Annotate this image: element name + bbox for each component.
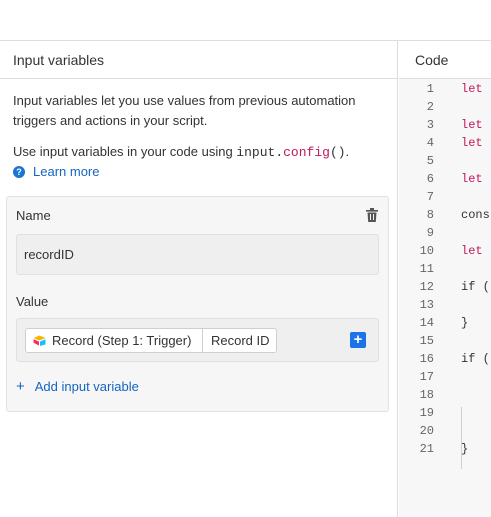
line-number: 10 [419, 244, 434, 258]
code-line: 17 [399, 368, 491, 386]
line-number: 2 [426, 100, 434, 114]
line-number: 12 [419, 280, 434, 294]
field-token-label: Record ID [211, 333, 270, 348]
code-line: 19 [399, 404, 491, 422]
code-line: 1 let [399, 80, 491, 98]
code-text: if ( [461, 280, 490, 294]
record-token[interactable]: Record (Step 1: Trigger) [25, 328, 203, 353]
top-bar [0, 0, 491, 41]
value-label: Value [16, 294, 49, 309]
code-line: 11 [399, 260, 491, 278]
code-line: 7 [399, 188, 491, 206]
code-text: cons [461, 208, 490, 222]
plus-icon: + [16, 377, 25, 395]
plus-square-icon[interactable]: + [350, 332, 366, 348]
code-line: 12 if ( [399, 278, 491, 296]
line-number: 1 [426, 82, 434, 96]
line-number: 19 [419, 406, 434, 420]
line-number: 21 [419, 442, 434, 456]
line-number: 6 [426, 172, 434, 186]
usage-text: Use input variables in your code using i… [13, 142, 349, 163]
code-line: 13 [399, 296, 491, 314]
line-number: 5 [426, 154, 434, 168]
usage-code-method: config [283, 145, 330, 160]
line-number: 18 [419, 388, 434, 402]
line-number: 3 [426, 118, 434, 132]
code-line: 14} [399, 314, 491, 332]
question-circle-icon: ? [13, 165, 25, 178]
field-token[interactable]: Record ID [202, 328, 277, 353]
code-line: 9 [399, 224, 491, 242]
code-line: 8 cons [399, 206, 491, 224]
code-text: let [461, 82, 483, 96]
code-line: 15 [399, 332, 491, 350]
code-text: let [461, 244, 483, 258]
code-line: 6 let [399, 170, 491, 188]
code-editor[interactable]: 1 let 2 3 let 4 let 5 6 let 7 8 cons 9 10 let 11 12 if ( 13… [399, 79, 491, 517]
code-text: let [461, 136, 483, 150]
record-token-label: Record (Step 1: Trigger) [52, 333, 192, 348]
learn-more-link[interactable]: ? Learn more [13, 164, 99, 179]
line-number: 20 [419, 424, 434, 438]
code-line: 18 [399, 386, 491, 404]
code-text: } [461, 442, 469, 456]
airtable-logo-icon [33, 335, 46, 346]
usage-code-dot: . [275, 145, 284, 160]
line-number: 15 [419, 334, 434, 348]
panel-title: Input variables [13, 51, 105, 68]
add-input-variable-button[interactable]: + Add input variable [16, 377, 139, 395]
code-panel-title: Code [415, 51, 449, 68]
line-number: 13 [419, 298, 434, 312]
line-number: 11 [419, 262, 434, 276]
code-line: 3 let [399, 116, 491, 134]
code-text: if ( [461, 352, 490, 366]
code-text: let [461, 172, 483, 186]
line-number: 7 [426, 190, 434, 204]
trash-icon[interactable] [366, 208, 378, 222]
line-number: 16 [419, 352, 434, 366]
code-line: 10 let [399, 242, 491, 260]
usage-suffix: . [345, 144, 350, 159]
code-text: let [461, 118, 483, 132]
line-number: 14 [419, 316, 434, 330]
code-line: 5 [399, 152, 491, 170]
usage-code-object: input [236, 145, 276, 160]
code-line: 21} [399, 440, 491, 458]
variable-name-input[interactable] [16, 234, 379, 275]
code-line: 4 let [399, 134, 491, 152]
line-number: 9 [426, 226, 434, 240]
code-line: 20 [399, 422, 491, 440]
line-number: 8 [426, 208, 434, 222]
learn-more-label: Learn more [33, 164, 100, 179]
name-label: Name [16, 208, 51, 223]
usage-code-parens: () [329, 145, 346, 160]
variable-value-field[interactable]: Record (Step 1: Trigger) Record ID + [16, 318, 379, 362]
usage-prefix: Use input variables in your code using [13, 144, 237, 159]
code-text: } [461, 316, 469, 330]
code-line: 2 [399, 98, 491, 116]
code-panel-header: Code [399, 41, 491, 79]
panel-header: Input variables [0, 41, 397, 79]
line-number: 4 [426, 136, 434, 150]
code-line: 16 if ( [399, 350, 491, 368]
description-text: Input variables let you use values from … [13, 93, 356, 128]
add-variable-label: Add input variable [34, 379, 139, 394]
input-variables-panel: Input variables Input variables let you … [0, 41, 398, 517]
line-number: 17 [419, 370, 434, 384]
code-panel: Code 1 let 2 3 let 4 let 5 6 let 7 8 cons 9 10 let 11 12 i… [399, 41, 491, 517]
